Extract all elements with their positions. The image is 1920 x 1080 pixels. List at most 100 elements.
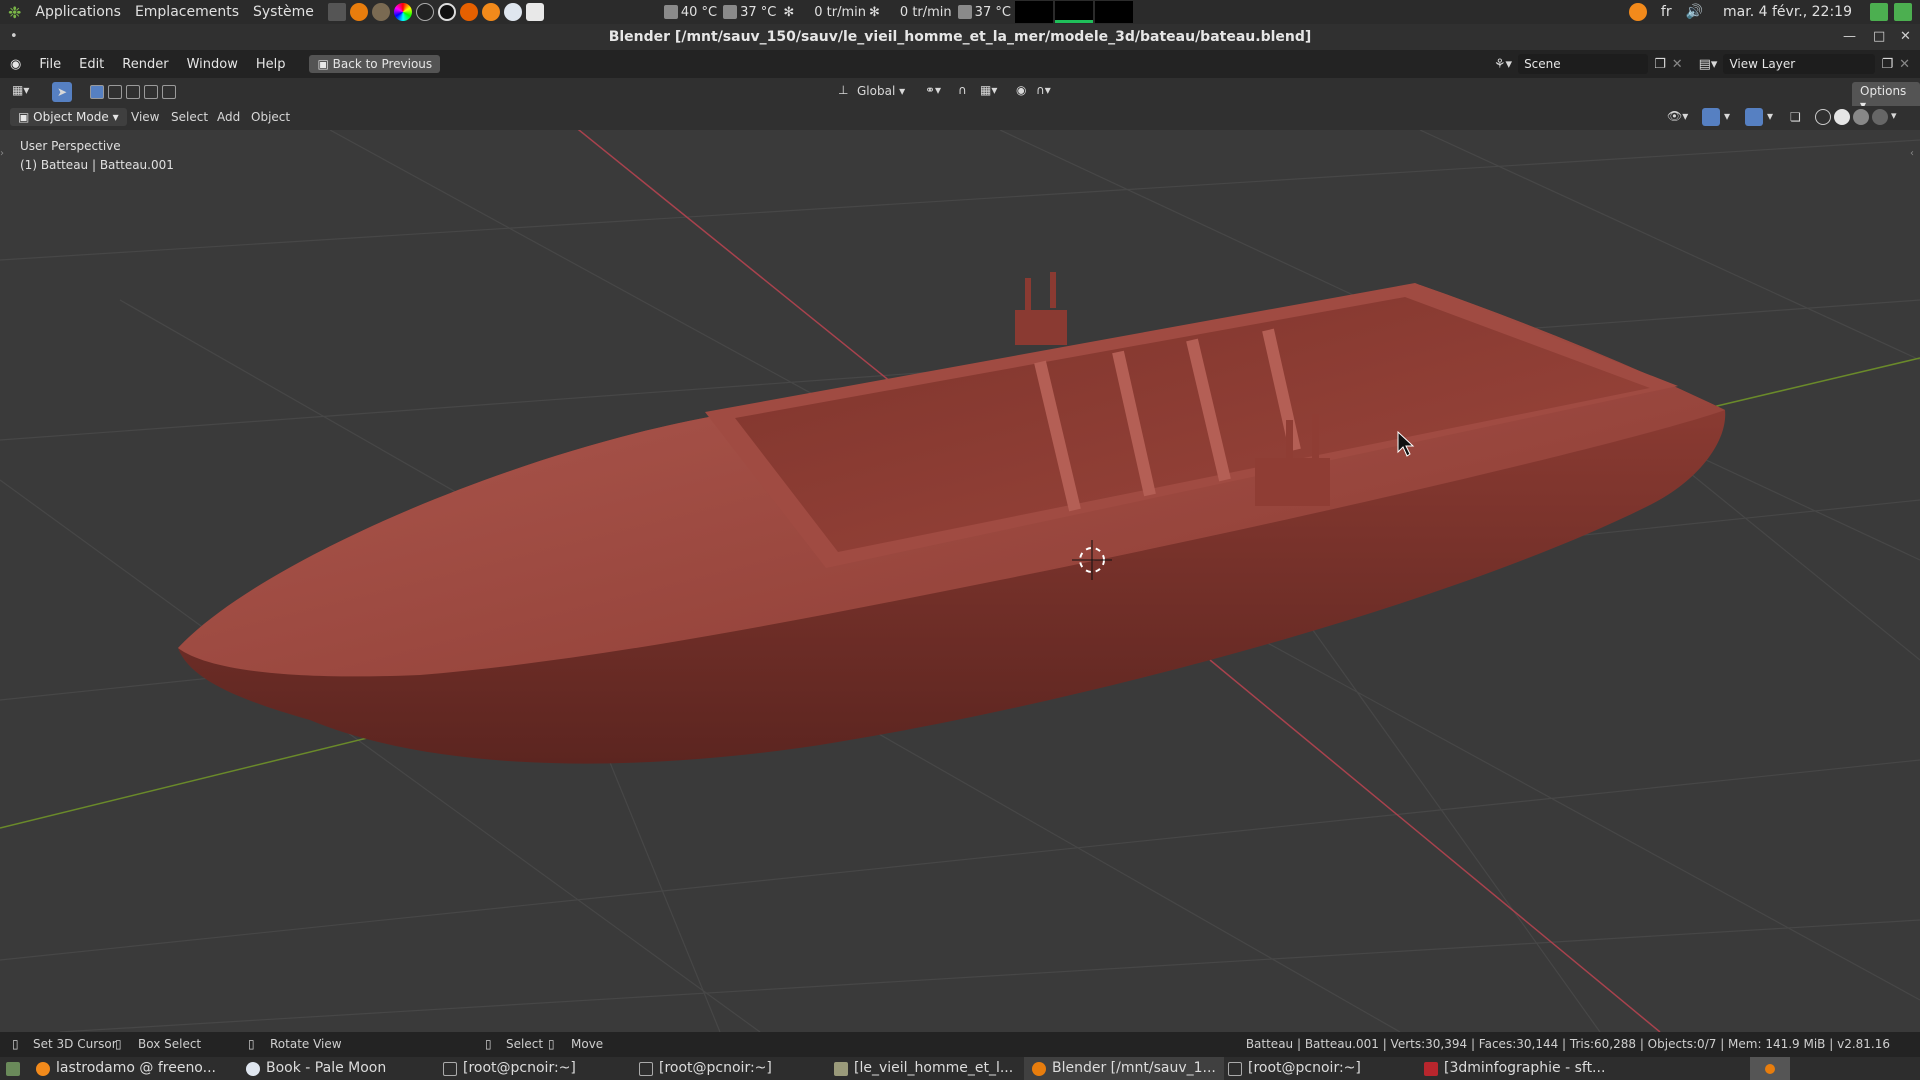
taskbar-item-filezilla[interactable]: [3dminfographie - sft... bbox=[1424, 1057, 1605, 1080]
clock[interactable]: mar. 4 févr., 22:19 bbox=[1723, 4, 1852, 20]
window-title: Blender [/mnt/sauv_150/sauv/le_vieil_hom… bbox=[608, 29, 1312, 45]
viewport-canvas[interactable] bbox=[0, 130, 1920, 1032]
gimp-icon[interactable] bbox=[371, 3, 390, 21]
volume-icon[interactable]: 🔊 bbox=[1686, 4, 1703, 20]
xchat-icon[interactable] bbox=[481, 3, 500, 21]
menu-view[interactable]: View bbox=[131, 110, 159, 124]
falloff-icon[interactable]: ∩▾ bbox=[1036, 83, 1051, 97]
view-layer-icon[interactable]: ▤▾ bbox=[1699, 57, 1718, 72]
snap-target-icon[interactable]: ▦▾ bbox=[980, 83, 997, 97]
taskbar-item-xchat[interactable]: lastrodamo @ freeno... bbox=[36, 1057, 216, 1080]
scene-icon[interactable]: ⚘▾ bbox=[1494, 57, 1512, 72]
sidebar-expand-icon[interactable]: ‹ bbox=[1910, 148, 1914, 159]
blender-logo-icon[interactable]: ◉ bbox=[10, 57, 21, 72]
palemoon-icon[interactable] bbox=[503, 3, 522, 21]
select-extend-icon[interactable] bbox=[108, 85, 122, 99]
workspace-switcher[interactable] bbox=[1750, 1057, 1790, 1080]
obs-icon[interactable] bbox=[437, 3, 456, 21]
material-shading-icon[interactable] bbox=[1853, 109, 1869, 125]
firefox-icon[interactable] bbox=[459, 3, 478, 21]
overlays-toggle-icon[interactable] bbox=[1745, 108, 1763, 126]
chip-icon bbox=[663, 5, 678, 19]
distro-icon[interactable]: ❉ bbox=[8, 3, 21, 22]
window-title-bar[interactable]: • Blender [/mnt/sauv_150/sauv/le_vieil_h… bbox=[0, 24, 1920, 50]
blender-icon[interactable] bbox=[349, 3, 368, 21]
menu-file[interactable]: File bbox=[39, 57, 61, 72]
show-desktop-icon[interactable] bbox=[6, 1057, 20, 1080]
taskbar-item-terminal-1[interactable]: [root@pcnoir:~] bbox=[443, 1057, 576, 1080]
wireframe-shading-icon[interactable] bbox=[1815, 109, 1831, 125]
system-monitor-graphs[interactable] bbox=[1014, 1, 1133, 23]
mode-dropdown[interactable]: ▣ Object Mode ▾ bbox=[10, 108, 127, 126]
sensor-fan-2: 0 tr/min bbox=[899, 4, 952, 20]
back-to-previous-button[interactable]: ▣ Back to Previous bbox=[309, 55, 441, 73]
pivot-point-icon[interactable]: ⚭▾ bbox=[925, 83, 941, 97]
menu-render[interactable]: Render bbox=[122, 57, 168, 72]
toolbar-expand-icon[interactable]: › bbox=[0, 148, 4, 159]
shading-dropdown-icon[interactable]: ▾ bbox=[1891, 109, 1897, 125]
maximize-icon[interactable]: □ bbox=[1873, 24, 1885, 50]
oarlock-block bbox=[1255, 458, 1330, 506]
menu-systeme[interactable]: Système bbox=[253, 4, 314, 20]
taskbar: lastrodamo @ freeno... Book - Pale Moon … bbox=[0, 1057, 1920, 1080]
select-new-icon[interactable] bbox=[90, 85, 104, 99]
scene-selector[interactable]: Scene bbox=[1518, 54, 1649, 74]
rendered-shading-icon[interactable] bbox=[1872, 109, 1888, 125]
oarlock-pin bbox=[1286, 420, 1293, 460]
new-scene-icon[interactable]: ❐ bbox=[1654, 57, 1666, 72]
notes-icon[interactable] bbox=[525, 3, 544, 21]
taskbar-item-folder[interactable]: [le_vieil_homme_et_l... bbox=[834, 1057, 1013, 1080]
taskbar-item-palemoon[interactable]: Book - Pale Moon bbox=[246, 1057, 386, 1080]
menu-window[interactable]: Window bbox=[187, 57, 238, 72]
overlays-dropdown-icon[interactable]: ▾ bbox=[1767, 109, 1773, 123]
color-wheel-icon[interactable] bbox=[393, 3, 412, 21]
terminal-icon[interactable] bbox=[327, 3, 346, 21]
status-bar: ▯ Set 3D Cursor ▯ Box Select ▯ Rotate Vi… bbox=[0, 1032, 1920, 1057]
menu-edit[interactable]: Edit bbox=[79, 57, 104, 72]
xchat-tray-icon[interactable] bbox=[1628, 3, 1647, 21]
snap-icon[interactable]: ∩ bbox=[958, 83, 967, 97]
menu-select[interactable]: Select bbox=[171, 110, 208, 124]
y-axis-line bbox=[0, 729, 401, 829]
new-view-layer-icon[interactable]: ❐ bbox=[1881, 57, 1893, 72]
hint-select: Select bbox=[506, 1037, 544, 1051]
taskbar-item-terminal-2[interactable]: [root@pcnoir:~] bbox=[639, 1057, 772, 1080]
taskbar-item-terminal-3[interactable]: [root@pcnoir:~] bbox=[1228, 1057, 1361, 1080]
menu-add[interactable]: Add bbox=[217, 110, 240, 124]
xray-icon[interactable]: ❏ bbox=[1790, 110, 1801, 124]
folder-icon bbox=[834, 1061, 848, 1076]
select-invert-icon[interactable] bbox=[144, 85, 158, 99]
delete-view-layer-icon[interactable]: ✕ bbox=[1899, 57, 1910, 72]
keyboard-layout[interactable]: fr bbox=[1661, 4, 1672, 20]
gizmo-toggle-icon[interactable] bbox=[1702, 108, 1720, 126]
solid-shading-icon[interactable] bbox=[1834, 109, 1850, 125]
cpu-graph bbox=[1014, 1, 1053, 23]
visibility-icon[interactable]: 👁▾ bbox=[1667, 109, 1688, 123]
view-layer-selector[interactable]: View Layer bbox=[1723, 54, 1876, 74]
update-icon[interactable] bbox=[1870, 3, 1888, 21]
gizmo-dropdown-icon[interactable]: ▾ bbox=[1724, 109, 1730, 123]
y-axis-line bbox=[1699, 357, 1920, 411]
power-icon[interactable] bbox=[1894, 3, 1912, 21]
select-intersect-icon[interactable] bbox=[162, 85, 176, 99]
close-icon[interactable]: ✕ bbox=[1900, 24, 1911, 50]
x-axis-line bbox=[1209, 659, 1661, 1032]
menu-object[interactable]: Object bbox=[251, 110, 290, 124]
menu-applications[interactable]: Applications bbox=[35, 4, 121, 20]
perspective-label: User Perspective bbox=[20, 139, 121, 153]
menu-emplacements[interactable]: Emplacements bbox=[135, 4, 239, 20]
select-tool-icon[interactable]: ➤ bbox=[52, 82, 72, 102]
hint-set-3d-cursor: Set 3D Cursor bbox=[33, 1037, 117, 1051]
inkscape-icon[interactable] bbox=[415, 3, 434, 21]
minimize-icon[interactable]: — bbox=[1843, 24, 1856, 50]
transform-orientation-dropdown[interactable]: Global ▾ bbox=[857, 84, 905, 98]
delete-scene-icon[interactable]: ✕ bbox=[1672, 57, 1683, 72]
boat-model[interactable] bbox=[178, 272, 1726, 764]
menu-help[interactable]: Help bbox=[256, 57, 286, 72]
proportional-edit-icon[interactable]: ◉ bbox=[1016, 83, 1026, 97]
taskbar-item-blender[interactable]: Blender [/mnt/sauv_1... bbox=[1024, 1057, 1224, 1080]
select-subtract-icon[interactable] bbox=[126, 85, 140, 99]
3d-viewport[interactable]: User Perspective (1) Batteau | Batteau.0… bbox=[0, 130, 1920, 1032]
window-menu-icon[interactable]: • bbox=[10, 24, 18, 50]
editor-type-icon[interactable]: ▦▾ bbox=[12, 83, 29, 97]
